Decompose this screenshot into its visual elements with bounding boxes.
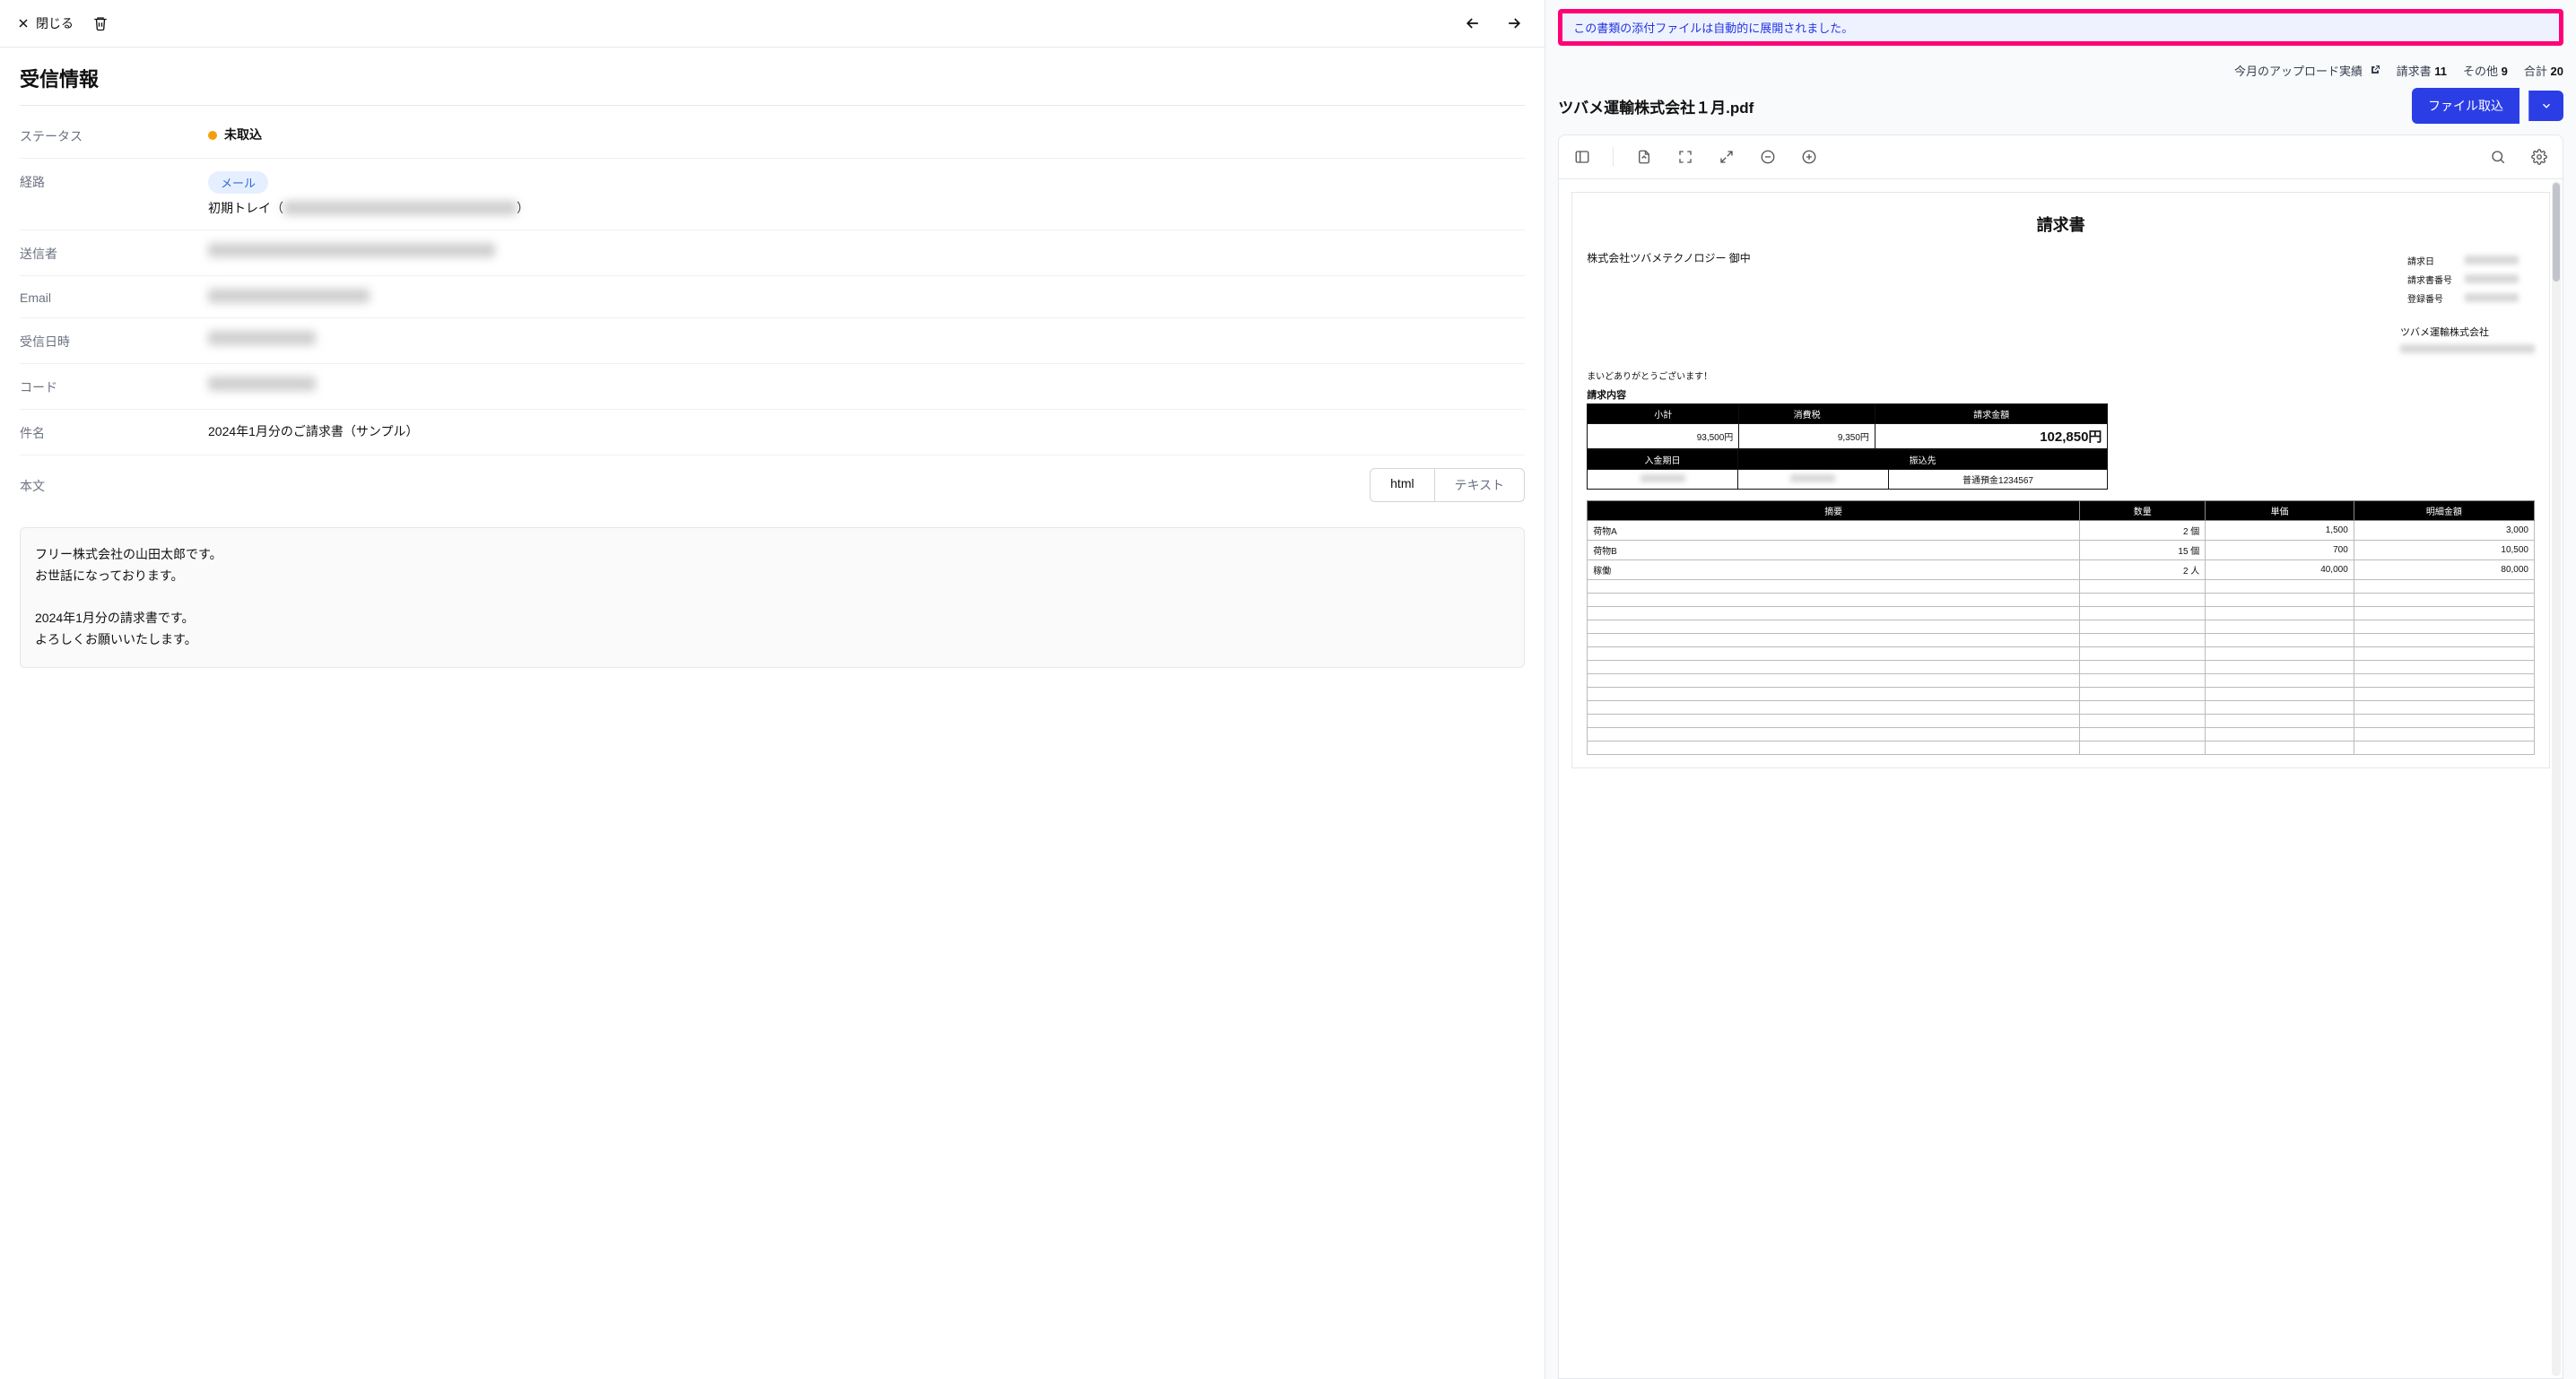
rotate-button[interactable] [1630,143,1658,171]
diagonal-expand-icon [1719,149,1735,165]
invoice-meta: 請求日x 請求書番号x 登録番号x [2400,250,2526,308]
route-prefix: 初期トレイ（ [208,201,283,215]
received-redacted: redacted date [208,331,316,345]
invoice-detail-table: 摘要 数量 単価 明細金額 荷物A2 個1,5003,000荷物B15 個700… [1587,500,2535,755]
invoice-thanks: まいどありがとうございます！ [1587,369,2535,382]
file-title: ツバメ運輸株式会社１月.pdf [1558,95,2403,117]
delete-button[interactable] [86,9,115,38]
file-rotate-icon [1636,149,1652,165]
received-label: 受信日時 [20,331,208,351]
pdf-page: 請求書 株式会社ツバメテクノロジー 御中 請求日x 請求書番号x 登録番号x ツ… [1571,192,2550,768]
stat-invoice: 請求書 11 [2397,62,2447,79]
subject-value: 2024年1月分のご請求書（サンプル） [208,422,1525,440]
tab-text[interactable]: テキスト [1434,469,1525,501]
search-button[interactable] [2484,143,2512,171]
search-icon [2490,149,2506,165]
body-content: フリー株式会社の山田太郎です。 お世話になっております。 2024年1月分の請求… [20,527,1525,668]
viewer-scrollbar[interactable] [2552,181,2561,1376]
route-badge: メール [208,171,268,194]
import-dropdown-button[interactable] [2528,91,2563,121]
status-value: 未取込 [224,127,262,142]
page-title: 受信情報 [20,64,1525,106]
code-redacted: redacted [208,377,316,391]
arrow-left-icon [1464,14,1482,32]
route-label: 経路 [20,171,208,191]
scrollbar-thumb[interactable] [2553,183,2560,282]
table-row-empty [1588,634,2535,647]
table-row-empty [1588,701,2535,715]
close-icon [16,16,30,30]
close-label: 閉じる [36,14,74,32]
zoom-in-icon [1801,149,1817,165]
pdf-viewer[interactable]: 請求書 株式会社ツバメテクノロジー 御中 請求日x 請求書番号x 登録番号x ツ… [1558,179,2563,1379]
code-label: コード [20,377,208,396]
table-row-empty [1588,620,2535,634]
invoice-title: 請求書 [1587,212,2535,236]
sidebar-icon [1574,149,1590,165]
invoice-to: 株式会社ツバメテクノロジー 御中 [1587,250,1751,265]
body-label: 本文 [20,475,208,495]
zoom-out-button[interactable] [1754,143,1782,171]
stat-total: 合計 20 [2524,62,2563,79]
auto-expand-alert: この書類の添付ファイルは自動的に展開されました。 [1558,9,2563,46]
fit-button[interactable] [1671,143,1700,171]
status-dot-icon [208,131,217,140]
status-label: ステータス [20,126,208,145]
import-button[interactable]: ファイル取込 [2412,88,2519,124]
stat-other: その他 9 [2463,62,2508,79]
trash-icon [92,15,109,31]
expand-icon [1677,149,1693,165]
settings-button[interactable] [2525,143,2554,171]
upload-stats-link[interactable]: 今月のアップロード実績 [2234,62,2380,79]
close-button[interactable]: 閉じる [16,14,74,32]
table-row: 荷物B15 個70010,500 [1588,541,2535,560]
tab-html[interactable]: html [1371,469,1433,501]
external-link-icon [2370,65,2380,75]
zoom-in-button[interactable] [1795,143,1823,171]
table-row-empty [1588,715,2535,728]
table-row-empty [1588,742,2535,755]
table-row: 荷物A2 個1,5003,000 [1588,521,2535,541]
table-row: 稼働2 人40,00080,000 [1588,560,2535,580]
sender-label: 送信者 [20,243,208,263]
email-redacted: redacted email [208,289,370,303]
invoice-section-summary: 請求内容 [1587,387,2535,402]
table-row-empty [1588,674,2535,688]
chevron-down-icon [2540,100,2553,112]
table-row-empty [1588,688,2535,701]
table-row-empty [1588,728,2535,742]
next-button[interactable] [1500,9,1528,38]
table-row-empty [1588,661,2535,674]
invoice-summary-table: 小計 消費税 請求金額 93,500円 9,350円 102,850円 [1587,403,2108,449]
table-row-empty [1588,594,2535,607]
prev-button[interactable] [1458,9,1487,38]
sidebar-toggle-button[interactable] [1568,143,1597,171]
invoice-from: ツバメ運輸株式会社 [2400,325,2535,339]
email-label: Email [20,289,208,305]
table-row-empty [1588,607,2535,620]
subject-label: 件名 [20,422,208,442]
route-suffix: ） [517,201,529,215]
zoom-out-icon [1760,149,1776,165]
table-row-empty [1588,580,2535,594]
route-redacted: redacted [283,201,517,215]
invoice-payment-table: 入金期日 振込先 x x 普通預金1234567 [1587,449,2108,490]
gear-icon [2531,149,2547,165]
arrow-right-icon [1505,14,1523,32]
fullscreen-button[interactable] [1712,143,1741,171]
body-format-segment: html テキスト [1370,468,1525,502]
table-row-empty [1588,647,2535,661]
sender-redacted: redacted sender value [208,243,495,257]
